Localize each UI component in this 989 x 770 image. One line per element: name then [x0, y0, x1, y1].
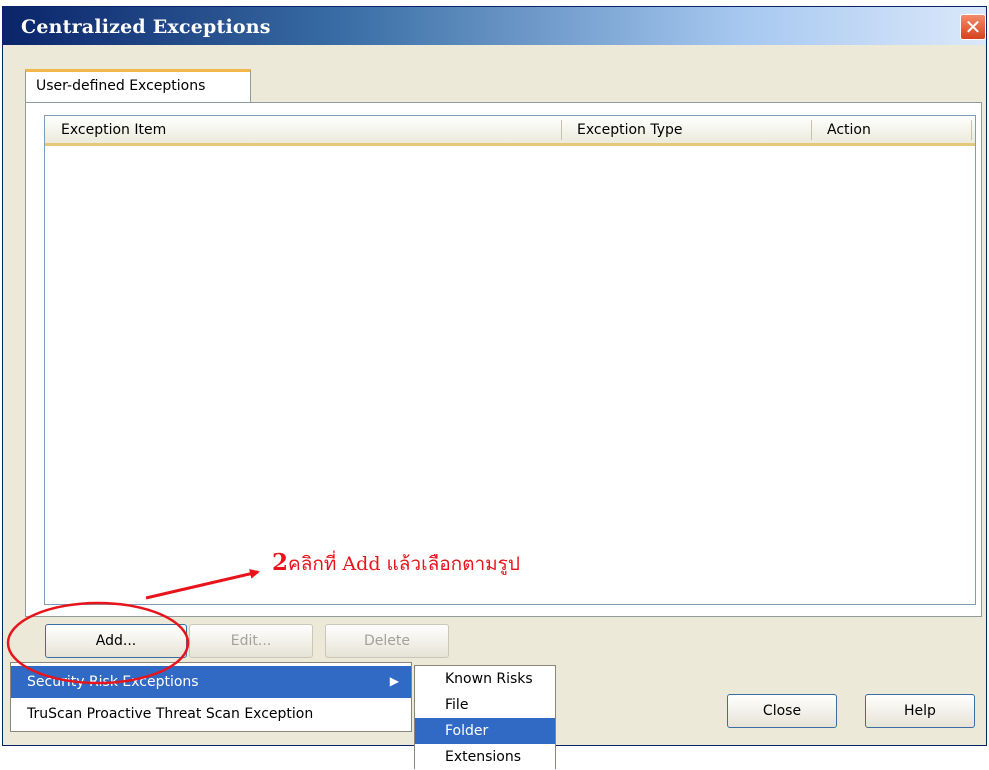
highlight-circle	[6, 601, 190, 685]
annotation-text: คลิกที่ Add แล้วเลือกตามรูป	[288, 553, 520, 575]
annotation-step-number: 2	[272, 549, 289, 576]
annotation-overlay	[6, 568, 260, 685]
annotation-label: 2คลิกที่ Add แล้วเลือกตามรูป	[272, 549, 520, 579]
pointer-arrow-icon	[145, 568, 260, 600]
